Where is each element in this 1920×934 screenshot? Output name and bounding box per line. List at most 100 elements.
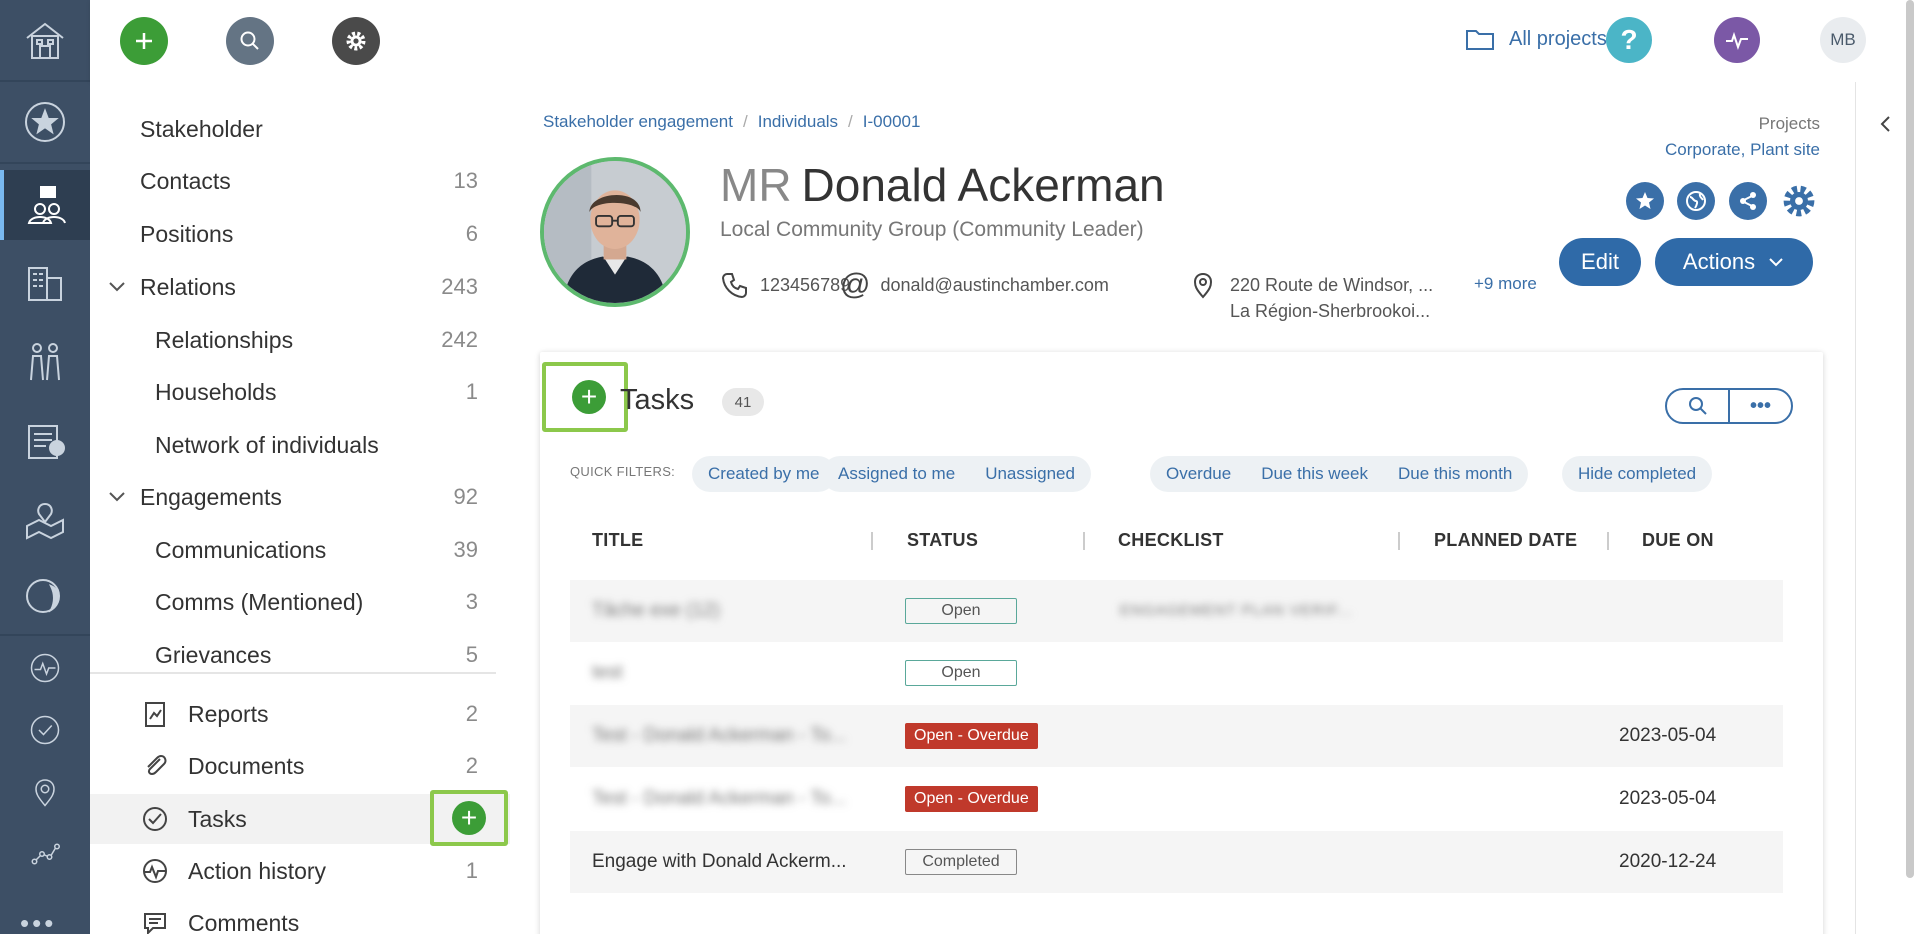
column-header-planned-date[interactable]: PLANNED DATE bbox=[1434, 530, 1577, 551]
edit-button[interactable]: Edit bbox=[1559, 238, 1641, 286]
nav-item-engagements[interactable]: Engagements 92 bbox=[90, 472, 510, 522]
table-row[interactable]: Test - Donald Ackerman - To... Open - Ov… bbox=[570, 768, 1783, 830]
filter-due-this-week[interactable]: Due this week bbox=[1261, 464, 1368, 484]
breadcrumb-individuals[interactable]: Individuals bbox=[758, 112, 838, 132]
nav-item-label: Comms (Mentioned) bbox=[155, 588, 364, 615]
add-task-highlight: + bbox=[430, 790, 508, 846]
tasks-search-button[interactable] bbox=[1667, 390, 1730, 422]
record-settings-button[interactable] bbox=[1780, 182, 1818, 220]
nav-item-comms-mentioned[interactable]: Comms (Mentioned) 3 bbox=[90, 577, 510, 627]
address[interactable]: 220 Route de Windsor, ... La Région-Sher… bbox=[1190, 272, 1433, 324]
all-projects-link[interactable]: All projects bbox=[1465, 26, 1607, 52]
nav-item-documents[interactable]: Documents 2 bbox=[90, 741, 510, 791]
nav-item-count: 6 bbox=[465, 221, 478, 246]
filter-assigned-to-me[interactable]: Assigned to me bbox=[838, 464, 955, 484]
activity-pulse-button[interactable] bbox=[1714, 17, 1760, 63]
breadcrumb-current[interactable]: I-00001 bbox=[863, 112, 921, 132]
nav-item-count: 242 bbox=[441, 327, 478, 352]
top-bar: All projects ? MB bbox=[90, 0, 1920, 82]
nav-item-relations[interactable]: Relations 243 bbox=[90, 262, 510, 312]
filter-unassigned[interactable]: Unassigned bbox=[985, 464, 1075, 484]
network-graph-icon[interactable] bbox=[0, 824, 90, 884]
tasks-more-button[interactable]: ••• bbox=[1730, 390, 1791, 422]
nav-item-communications[interactable]: Communications 39 bbox=[90, 525, 510, 575]
chevron-down-icon[interactable] bbox=[106, 276, 128, 298]
filter-due-this-month[interactable]: Due this month bbox=[1398, 464, 1512, 484]
favorites-icon[interactable] bbox=[0, 92, 90, 152]
globe-icon bbox=[1686, 191, 1706, 211]
nav-item-label: Documents bbox=[188, 752, 305, 779]
add-new-button[interactable] bbox=[120, 17, 168, 65]
comment-icon bbox=[144, 913, 166, 934]
profile-photo bbox=[540, 157, 690, 307]
add-task-button[interactable]: + bbox=[572, 380, 606, 414]
chevron-down-icon[interactable] bbox=[106, 486, 128, 508]
status-badge: Open - Overdue bbox=[905, 723, 1038, 749]
nav-item-households[interactable]: Households 1 bbox=[90, 367, 510, 417]
nav-item-network-of-individuals[interactable]: Network of individuals bbox=[90, 420, 510, 470]
stakeholder-engagement-icon[interactable] bbox=[0, 170, 90, 240]
activity-icon[interactable] bbox=[0, 638, 90, 698]
nav-item-action-history[interactable]: Action history 1 bbox=[90, 846, 510, 896]
filter-overdue[interactable]: Overdue bbox=[1166, 464, 1231, 484]
column-header-due-on[interactable]: DUE ON bbox=[1642, 530, 1714, 551]
share-icon bbox=[1740, 192, 1756, 210]
scrollbar[interactable] bbox=[1906, 0, 1914, 878]
table-row[interactable]: Test - Donald Ackerman - To... Open - Ov… bbox=[570, 705, 1783, 767]
table-row[interactable]: test Open bbox=[570, 642, 1783, 704]
column-header-title[interactable]: TITLE bbox=[592, 530, 644, 551]
column-header-status[interactable]: STATUS bbox=[907, 530, 978, 551]
more-icon[interactable]: ••• bbox=[20, 910, 56, 934]
nav-divider bbox=[90, 672, 496, 674]
location-pin-icon[interactable] bbox=[0, 762, 90, 822]
column-separator[interactable] bbox=[1083, 532, 1085, 550]
task-title: Tâche exe (12) bbox=[592, 600, 720, 621]
nav-item-stakeholder[interactable]: Stakeholder bbox=[90, 104, 510, 154]
person-photo-icon bbox=[544, 161, 686, 303]
help-button[interactable]: ? bbox=[1606, 17, 1652, 63]
favorite-button[interactable] bbox=[1626, 182, 1664, 220]
nav-item-comments[interactable]: Comments bbox=[90, 898, 510, 934]
map-location-icon[interactable] bbox=[0, 490, 90, 550]
settings-button[interactable] bbox=[332, 17, 380, 65]
column-separator[interactable] bbox=[871, 532, 873, 550]
column-separator[interactable] bbox=[1398, 532, 1400, 550]
nav-item-relationships[interactable]: Relationships 242 bbox=[90, 315, 510, 365]
nav-item-contacts[interactable]: Contacts 13 bbox=[90, 156, 510, 206]
organizations-icon[interactable] bbox=[0, 252, 90, 312]
nav-item-positions[interactable]: Positions 6 bbox=[90, 209, 510, 259]
search-icon bbox=[240, 31, 259, 50]
check-circle-icon[interactable] bbox=[0, 700, 90, 760]
phone-contact[interactable]: 123456789 bbox=[720, 270, 850, 300]
column-header-checklist[interactable]: CHECKLIST bbox=[1118, 530, 1224, 551]
checklist-icon[interactable] bbox=[0, 410, 90, 470]
email-contact[interactable]: @ donald@austinchamber.com bbox=[840, 270, 1109, 300]
tasks-title: Tasks bbox=[620, 384, 695, 416]
home-icon[interactable] bbox=[0, 10, 90, 70]
person-name: Donald Ackerman bbox=[801, 159, 1165, 211]
tasks-count-badge: 41 bbox=[722, 388, 764, 416]
filter-created-by-me[interactable]: Created by me bbox=[708, 464, 820, 484]
column-separator[interactable] bbox=[1607, 532, 1609, 550]
individuals-icon[interactable] bbox=[0, 332, 90, 392]
chevron-left-icon[interactable] bbox=[1876, 114, 1896, 134]
projects-value[interactable]: Corporate, Plant site bbox=[1665, 140, 1820, 160]
projects-label: Projects bbox=[1758, 114, 1820, 133]
nav-item-count: 39 bbox=[453, 537, 478, 562]
table-row[interactable]: Engage with Donald Ackerm... Completed 2… bbox=[570, 831, 1783, 893]
more-contacts-link[interactable]: +9 more bbox=[1474, 274, 1537, 294]
environment-icon[interactable] bbox=[0, 566, 90, 626]
add-task-button[interactable]: + bbox=[452, 801, 486, 835]
person-title: MR bbox=[720, 159, 792, 211]
user-avatar[interactable]: MB bbox=[1820, 17, 1866, 63]
breadcrumb-stakeholder-engagement[interactable]: Stakeholder engagement bbox=[543, 112, 733, 132]
nav-item-reports[interactable]: Reports 2 bbox=[90, 689, 510, 739]
globe-button[interactable] bbox=[1677, 182, 1715, 220]
filter-hide-completed[interactable]: Hide completed bbox=[1578, 464, 1696, 484]
table-row[interactable]: Tâche exe (12) Open ENGAGEMENT PLAN VERI… bbox=[570, 580, 1783, 642]
more-dots-icon: ••• bbox=[1749, 395, 1771, 417]
share-button[interactable] bbox=[1729, 182, 1767, 220]
search-button[interactable] bbox=[226, 17, 274, 65]
chevron-down-icon bbox=[1769, 258, 1783, 267]
actions-dropdown-button[interactable]: Actions bbox=[1655, 238, 1813, 286]
